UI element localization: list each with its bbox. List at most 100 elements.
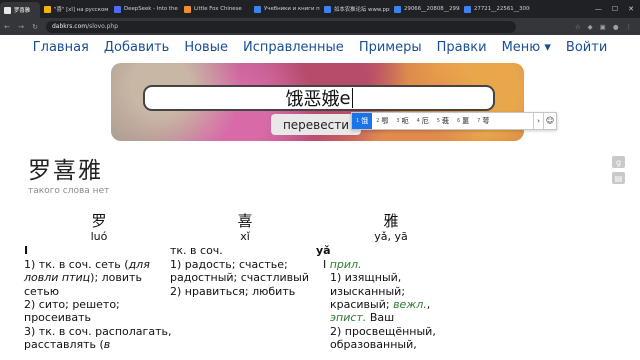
nav-link[interactable]: Новые — [184, 40, 228, 55]
definition-text: в — [103, 338, 111, 352]
nav-link[interactable]: Меню ▾ — [502, 40, 551, 55]
browser-tab[interactable]: 如本农推论坛 www.pps — [320, 2, 390, 16]
forward-icon[interactable]: → — [14, 23, 28, 31]
browser-tab[interactable]: DeepSeek - Into the Unk — [110, 2, 180, 16]
ime-candidate[interactable]: 7萼 — [473, 113, 493, 129]
ime-next-page-icon[interactable]: › — [533, 113, 543, 129]
nav-link[interactable]: Правки — [437, 40, 487, 55]
definition-text: ловли птиц — [24, 271, 91, 285]
nav-link[interactable]: Главная — [33, 40, 89, 55]
ime-composition-text: e — [339, 87, 351, 109]
nav-link[interactable]: Добавить — [104, 40, 169, 55]
tab-favicon-icon — [44, 5, 51, 13]
browser-toolbar: ← → ↻ dabkrs.com/slovo.php ☆ ◆ ▣ ● ⋮ — [0, 18, 640, 35]
extension-icons: ☆ ◆ ▣ ● ⋮ — [575, 23, 640, 31]
profile-icon[interactable]: ● — [613, 23, 619, 31]
definition-text: 1) радость; счастье; — [170, 257, 288, 271]
browser-tab[interactable]: 罗喜雅 — [0, 2, 40, 18]
google-plus-icon[interactable]: g — [612, 156, 625, 168]
site-navigation: Главная Добавить Новые Исправленные Примеры П… — [0, 35, 640, 59]
column-hanzi[interactable]: 喜 — [170, 212, 320, 230]
back-icon[interactable]: ← — [0, 23, 14, 31]
definition-line: I — [24, 244, 174, 257]
ime-candidate[interactable]: 6噩 — [453, 113, 473, 129]
star-icon[interactable]: ☆ — [575, 23, 581, 31]
share-icon[interactable]: ▤ — [612, 172, 625, 184]
definition-line: 1) изящный, — [316, 271, 466, 284]
text-caret — [351, 88, 353, 108]
ime-candidate-number: 7 — [477, 118, 481, 124]
entry-headword: 罗喜雅 — [28, 158, 103, 184]
window-controls: — ☐ ✕ — [595, 5, 640, 13]
ime-candidate-number: 4 — [416, 118, 420, 124]
nav-link[interactable]: Примеры — [359, 40, 422, 55]
tab-favicon-icon — [324, 5, 331, 13]
ime-candidate[interactable]: 3呃 — [392, 113, 412, 129]
definition-line: yǎ — [316, 244, 466, 257]
definition-line: 3) тк. в соч. располагать, — [24, 325, 174, 338]
char-column-3: 雅 yǎ, yā yǎ I прил. 1) изящный, изысканный… — [316, 212, 466, 352]
search-input[interactable]: 饿恶娥 e — [143, 85, 495, 111]
tab-favicon-icon — [394, 5, 401, 13]
browser-tab[interactable]: 29066__20808__29983 — [390, 2, 460, 16]
tab-favicon-icon — [114, 5, 121, 13]
grammar-label: эпист. — [330, 311, 367, 325]
translate-button[interactable]: перевести — [271, 114, 361, 135]
definition-text: сетью — [24, 284, 59, 298]
column-pinyin: yǎ, yā — [374, 230, 408, 243]
tab-label: Учебники и книги по к — [264, 6, 320, 12]
ime-candidate[interactable]: 2鄂 — [372, 113, 392, 129]
definition-line: ловли птиц); ловить — [24, 271, 174, 284]
minimize-icon[interactable]: — — [595, 5, 602, 13]
definition-line: просеивать — [24, 311, 174, 324]
ime-candidate[interactable]: 1饿 — [352, 113, 373, 129]
definition-text: образованный, — [316, 338, 417, 352]
maximize-icon[interactable]: ☐ — [612, 5, 618, 13]
column-pinyin: xǐ — [240, 230, 250, 243]
definition-text: 3) тк. в соч. располагать, — [24, 324, 172, 338]
browser-tab-strip: 罗喜雅 "喜" [xǐ] на русском - Х DeepSeek - Int… — [0, 0, 640, 18]
definition-text: 2) нравиться; любить — [170, 284, 296, 298]
tab-favicon-icon — [464, 5, 471, 13]
definition-text: для — [128, 257, 150, 271]
definition-line: тк. в соч. — [170, 244, 320, 257]
nav-link[interactable]: Исправленные — [243, 40, 344, 55]
url-domain: dabkrs.com — [52, 23, 88, 30]
definition-line: I прил. — [316, 258, 466, 271]
definition-line: 1) радость; счастье; — [170, 258, 320, 271]
tab-label: "喜" [xǐ] на русском - Х — [54, 7, 110, 13]
definition-text: 2) просвещённый, — [316, 324, 436, 338]
definition-line: 2) просвещённый, — [316, 325, 466, 338]
close-icon[interactable]: ✕ — [628, 5, 634, 13]
definition-line: 1) тк. в соч. сеть (для — [24, 258, 174, 271]
tab-favicon-icon — [184, 5, 191, 13]
browser-tab[interactable]: 27721__22561__30007 — [460, 2, 530, 16]
definition-line: изысканный; — [316, 285, 466, 298]
browser-tab[interactable]: Учебники и книги по к — [250, 2, 320, 16]
nav-link[interactable]: Войти — [566, 40, 607, 55]
puzzle-icon[interactable]: ▣ — [600, 23, 606, 31]
definition-line: 2) сито; решето; — [24, 298, 174, 311]
ime-candidate[interactable]: 5莪 — [433, 113, 453, 129]
extension-icon[interactable]: ◆ — [588, 23, 593, 31]
tab-label: 罗喜雅 — [14, 8, 31, 14]
url-path: /slovo.php — [87, 23, 119, 30]
column-hanzi[interactable]: 罗 — [24, 212, 174, 230]
browser-tab[interactable]: Little Fox Chinese — [180, 2, 250, 16]
char-column-2: 喜 xǐ тк. в соч. 1) радость; счастье; радостн… — [170, 212, 320, 298]
menu-icon[interactable]: ⋮ — [626, 23, 633, 31]
tab-label: 27721__22561__30007 — [474, 6, 530, 12]
browser-tab[interactable]: "喜" [xǐ] на русском - Х — [40, 2, 110, 16]
emoji-icon[interactable]: ☺ — [543, 113, 556, 129]
definition-text: тк. в соч. — [170, 244, 223, 258]
grammar-label: вежл. — [393, 298, 427, 312]
address-bar[interactable]: dabkrs.com/slovo.php — [46, 20, 516, 33]
ime-candidate-char: 噩 — [462, 117, 470, 125]
share-icons: g ▤ — [612, 156, 625, 184]
ime-candidate[interactable]: 4厄 — [413, 113, 433, 129]
column-hanzi[interactable]: 雅 — [316, 212, 466, 230]
definition-line: радостный; счастливый — [170, 271, 320, 284]
reload-icon[interactable]: ↻ — [28, 23, 42, 31]
definition-line: 2) нравиться; любить — [170, 285, 320, 298]
definition-text — [316, 311, 330, 324]
